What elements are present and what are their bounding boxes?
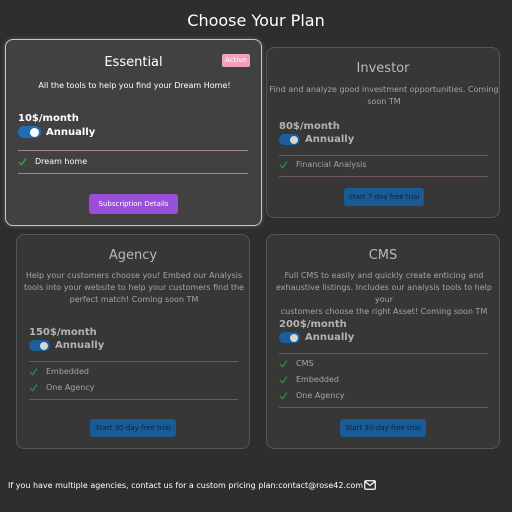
plan-card-cms: CMS Full CMS to easily and quickly creat… <box>266 234 500 449</box>
billing-toggle-row: Annually <box>29 340 104 351</box>
toggle-knob <box>290 135 298 144</box>
description-line: soon TM <box>367 97 401 106</box>
divider <box>279 407 488 408</box>
check-icon <box>18 157 27 166</box>
billing-label: Annually <box>46 126 96 138</box>
check-icon <box>29 367 38 376</box>
divider <box>18 173 248 174</box>
plan-price: 80$/month <box>279 121 340 132</box>
mail-icon[interactable] <box>364 480 376 490</box>
feature-item: One Agency <box>279 391 345 400</box>
plan-title: CMS <box>368 248 398 263</box>
page-title: Choose Your Plan <box>187 11 325 30</box>
feature-label: CMS <box>296 359 314 368</box>
toggle-knob <box>40 341 48 350</box>
divider <box>279 155 488 156</box>
pricing-page: Choose Your Plan Essential Active All th… <box>0 0 512 512</box>
check-icon <box>279 160 288 169</box>
plan-description: Help your customers choose you! Embed ou… <box>17 270 251 306</box>
divider <box>29 361 238 362</box>
plan-card-essential: Essential Active All the tools to help y… <box>5 39 262 226</box>
check-icon <box>279 359 288 368</box>
toggle-knob <box>30 127 39 137</box>
feature-label: Financial Analysis <box>296 160 367 169</box>
billing-toggle[interactable] <box>279 332 300 343</box>
start-trial-button[interactable]: Start 30-day free trial <box>90 419 176 437</box>
billing-toggle[interactable] <box>279 134 300 145</box>
start-trial-button[interactable]: Start 30-day free trial <box>340 419 426 437</box>
feature-label: Dream home <box>35 157 88 166</box>
footer-text: If you have multiple agencies, contact u… <box>8 480 364 490</box>
plan-description: Full CMS to easily and quickly create en… <box>267 270 501 318</box>
divider <box>29 399 238 400</box>
feature-item: Embedded <box>279 375 339 384</box>
divider <box>279 353 488 354</box>
plan-description: Find and analyze good investment opportu… <box>267 84 501 108</box>
plan-price: 200$/month <box>279 319 347 330</box>
description-line: Find and analyze good investment opportu… <box>269 85 499 94</box>
plan-title: Investor <box>356 61 410 76</box>
divider <box>18 150 248 151</box>
feature-item: One Agency <box>29 383 95 392</box>
billing-toggle-row: Annually <box>279 134 354 145</box>
billing-label: Annually <box>305 134 355 145</box>
feature-item: Dream home <box>18 157 87 166</box>
feature-label: One Agency <box>296 391 345 400</box>
plan-price: 10$/month <box>18 113 79 124</box>
description-line: exhaustive listings. Includes our analys… <box>276 283 492 304</box>
description-line: Help your customers choose you! Embed ou… <box>25 271 243 280</box>
billing-toggle-row: Annually <box>279 332 354 343</box>
plan-title: Agency <box>108 248 158 263</box>
divider <box>279 176 488 177</box>
feature-label: Embedded <box>46 367 90 376</box>
subscription-details-button[interactable]: Subscription Details <box>89 194 178 214</box>
footer-contact: If you have multiple agencies, contact u… <box>8 480 376 490</box>
description-line: customers choose the right Asset! Coming… <box>280 307 488 316</box>
check-icon <box>29 383 38 392</box>
billing-toggle[interactable] <box>29 340 50 351</box>
plan-card-investor: Investor Find and analyze good investmen… <box>266 47 500 218</box>
description-line: perfect match! Coming soon TM <box>69 295 199 304</box>
start-trial-button[interactable]: Start 7-day free trial <box>344 188 424 206</box>
billing-label: Annually <box>55 340 105 351</box>
check-icon <box>279 375 288 384</box>
feature-label: Embedded <box>296 375 340 384</box>
billing-label: Annually <box>305 332 355 343</box>
billing-toggle-row: Annually <box>18 126 95 138</box>
active-badge: Active <box>222 54 250 67</box>
plan-card-agency: Agency Help your customers choose you! E… <box>16 234 250 449</box>
plan-price: 150$/month <box>29 327 97 338</box>
feature-item: Financial Analysis <box>279 160 367 169</box>
plan-description: All the tools to help you find your Drea… <box>38 81 231 90</box>
feature-item: Embedded <box>29 367 89 376</box>
feature-item: CMS <box>279 359 314 368</box>
check-icon <box>279 391 288 400</box>
toggle-knob <box>290 333 298 342</box>
description-line: tools into your website to help your cus… <box>24 283 244 292</box>
feature-label: One Agency <box>46 383 95 392</box>
billing-toggle[interactable] <box>18 126 41 138</box>
description-line: Full CMS to easily and quickly create en… <box>284 271 484 280</box>
